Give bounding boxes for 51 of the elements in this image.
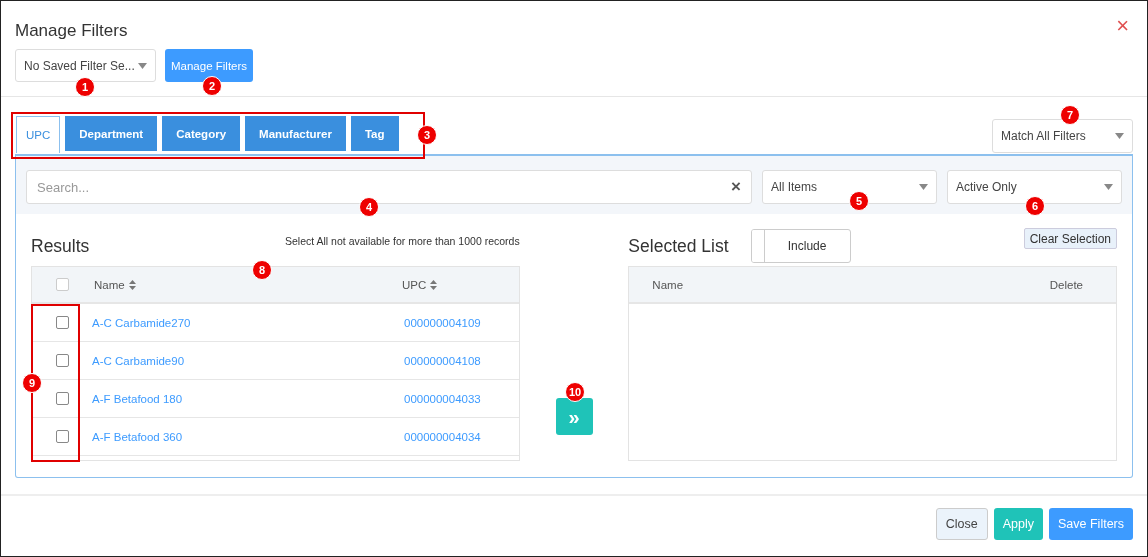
callout-marker: 9 <box>22 373 42 393</box>
results-heading: Results <box>31 235 90 257</box>
clear-icon[interactable]: × <box>731 177 741 197</box>
callout-marker: 10 <box>565 382 585 402</box>
row-checkbox[interactable] <box>55 430 69 443</box>
name-link[interactable]: A-F Betafood 360 <box>92 430 404 443</box>
filter-tab[interactable]: UPC <box>16 116 61 153</box>
callout-marker: 3 <box>417 125 437 145</box>
column-header[interactable]: Name <box>92 278 402 291</box>
column-header: Delete <box>1049 278 1083 291</box>
filter-tab[interactable]: Department <box>65 116 158 151</box>
dialog-title: Manage Filters <box>15 21 128 41</box>
callout-marker: 7 <box>1060 105 1080 125</box>
upc-link[interactable]: 000000004108 <box>404 354 514 367</box>
include-toggle[interactable]: Include <box>750 229 851 263</box>
footer-button[interactable]: Save Filters <box>1049 508 1133 540</box>
footer-button[interactable]: Apply <box>993 508 1043 540</box>
callout-marker: 8 <box>252 260 272 280</box>
column-header[interactable]: UPC <box>402 278 512 291</box>
caret-icon <box>138 62 147 69</box>
close-icon[interactable]: × <box>1116 13 1129 39</box>
selected-list-heading: Selected List <box>628 235 729 257</box>
callout-marker: 1 <box>75 77 95 97</box>
match-select[interactable]: Match All Filters <box>992 119 1133 153</box>
name-link[interactable]: A-C Carbamide270 <box>92 316 404 329</box>
filter-tab[interactable]: Manufacturer <box>245 116 346 151</box>
column-header: Name <box>652 278 684 291</box>
caret-icon <box>1115 133 1124 139</box>
footer-button[interactable]: Close <box>935 508 988 540</box>
filter-tab[interactable]: Tag <box>350 116 399 151</box>
filter-tab[interactable]: Category <box>162 116 241 151</box>
records-note: Select All not available for more than 1000 records <box>285 235 520 247</box>
upc-link[interactable]: 000000004033 <box>404 392 514 405</box>
clear-selection-button[interactable]: Clear Selection <box>1023 228 1117 249</box>
upc-link[interactable]: 000000004034 <box>404 430 514 443</box>
row-checkbox[interactable] <box>55 354 69 367</box>
move-right-button[interactable]: » <box>555 398 593 435</box>
sort-icon <box>128 279 136 290</box>
manage-filters-button[interactable]: Manage Filters <box>165 49 254 82</box>
row-checkbox[interactable] <box>55 392 69 405</box>
upc-link[interactable]: 000000004109 <box>404 316 514 329</box>
name-link[interactable]: A-C Carbamide90 <box>92 354 404 367</box>
saved-filter-select[interactable]: No Saved Filter Se... <box>15 49 156 82</box>
callout-marker: 2 <box>202 76 222 96</box>
caret-icon <box>1104 184 1113 190</box>
search-field[interactable]: Search... × <box>26 170 752 204</box>
sort-icon <box>430 279 438 290</box>
name-link[interactable]: A-F Betafood 180 <box>92 392 404 405</box>
row-checkbox[interactable] <box>55 316 69 329</box>
select-all-checkbox[interactable] <box>55 278 69 291</box>
caret-icon <box>919 184 928 190</box>
